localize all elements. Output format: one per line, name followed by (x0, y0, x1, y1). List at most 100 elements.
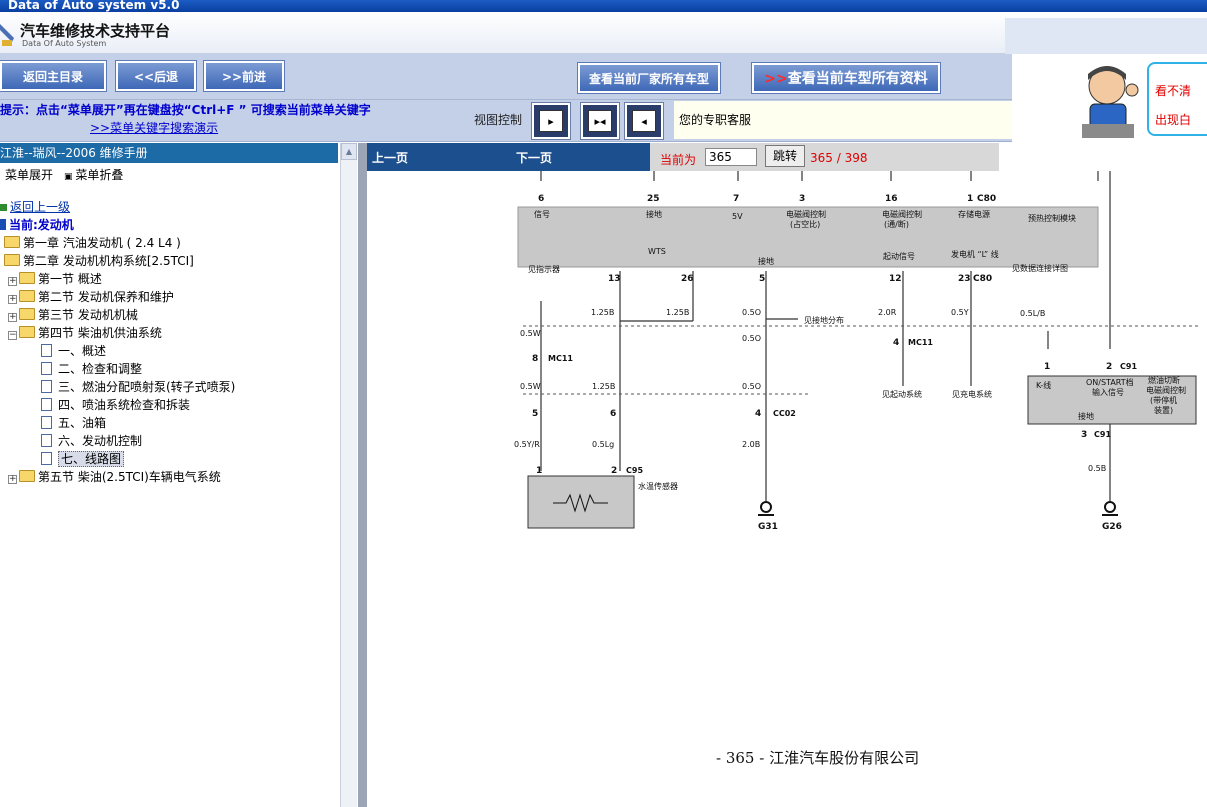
module-label-3: 5V (732, 212, 743, 221)
connector-2: MC11 (908, 338, 933, 347)
search-hint-text: 提示：点击“菜单展开”再在键盘按“Ctrl+F ” 可搜索当前菜单关键字 (0, 103, 371, 117)
ground-label: 接地 (758, 256, 774, 266)
tree-item-section-2[interactable]: + 第二节 发动机保养和维护 (8, 288, 174, 306)
manual-title: 江淮--瑞风--2006 维修手册 (0, 143, 338, 163)
ground-g31: G31 (758, 522, 778, 532)
tree-item-doc-1[interactable]: 一、概述 (41, 342, 106, 360)
document-viewer: 上一页 下一页 当前为 365 跳转 365 / 398 6 25 7 3 16… (358, 143, 1207, 807)
tree-item-section-5[interactable]: + 第五节 柴油(2.5TCI)车辆电气系统 (8, 468, 221, 486)
pin-extra-7: 2 (611, 466, 617, 476)
wire-label-5: 2.0R (878, 308, 897, 317)
mascot-image (1012, 54, 1147, 142)
connector-4: C95 (626, 466, 643, 475)
search-demo-link[interactable]: >>菜单关键字搜索演示 (90, 119, 218, 136)
tree-item-section-4[interactable]: − 第四节 柴油机供油系统 (8, 324, 162, 342)
jump-button[interactable]: 跳转 (765, 145, 805, 167)
menu-expand-link[interactable]: 菜单展开 (5, 166, 53, 183)
tree-item-section-1[interactable]: + 第一节 概述 (8, 270, 102, 288)
page-number-input[interactable]: 365 (705, 148, 757, 166)
menu-collapse-link[interactable]: ▣ 菜单折叠 (64, 166, 123, 183)
up-level-link[interactable]: 返回上一级 (0, 198, 70, 216)
relay-title-4: 装置) (1154, 405, 1173, 415)
module-label-6: 电磁阀控制 (882, 209, 922, 219)
note-start-system: 见起动系统 (882, 389, 922, 399)
pin-extra-1: 8 (532, 354, 538, 364)
tree-item-doc-6[interactable]: 六、发动机控制 (41, 432, 142, 450)
note-charge-system: 见充电系统 (952, 389, 992, 399)
wire-labels: 见指示器 1.25B 1.25B 0.5O 2.0R 0.5Y 见数据连接详图 … (514, 263, 1106, 473)
splitter-bar[interactable] (358, 143, 367, 807)
top-pin-5: 16 (885, 194, 898, 204)
back-button[interactable]: <<后退 (115, 60, 197, 92)
minus-icon: − (8, 330, 17, 340)
view-expand-left-button[interactable]: ◂ (624, 102, 664, 140)
logo-band: 汽车维修技术支持平台 Data Of Auto System (0, 12, 1207, 54)
left-vertical-scrollbar[interactable]: ▲ (340, 143, 357, 807)
navigation-bar: 返回主目录 <<后退 >>前进 查看当前厂家所有车型 >>查看当前车型所有资料 (0, 54, 1012, 100)
plus-icon: + (8, 294, 17, 304)
wire-label-10: 0.5L/B (1020, 309, 1045, 318)
scroll-up-arrow-icon[interactable]: ▲ (341, 143, 357, 160)
arrows-center-icon: ▸◂ (588, 110, 612, 132)
tree-item-section-3[interactable]: + 第三节 发动机机械 (8, 306, 138, 324)
up-level-icon (0, 204, 7, 211)
pager-bar: 上一页 下一页 当前为 365 跳转 365 / 398 (367, 143, 999, 171)
relay-ground: 接地 (1078, 411, 1094, 421)
wire-label-9: 0.5O (742, 382, 761, 391)
current-section-label: 当前:发动机 (9, 218, 74, 232)
tree-item-label: 第一节 概述 (38, 272, 102, 286)
tree-item-doc-2[interactable]: 二、检查和调整 (41, 360, 142, 378)
logo-subtitle: Data Of Auto System (22, 39, 107, 48)
side-note-line-2: 出现白 (1155, 113, 1192, 127)
bottom-pin-labels: 13 26 5 12 23 C80 (608, 274, 992, 284)
wire-label-7: 见数据连接详图 (1012, 263, 1068, 273)
tree-item-doc-4[interactable]: 四、喷油系统检查和拆装 (41, 396, 190, 414)
document-icon (41, 344, 52, 357)
folder-icon (19, 308, 35, 320)
pin-extra-10: 3 (1081, 430, 1087, 440)
relay-k-line: K-线 (1036, 380, 1051, 390)
tree-item-chapter-1[interactable]: 第一章 汽油发动机 ( 2.4 L4 ) (4, 234, 181, 252)
top-pin-1: 6 (538, 194, 544, 204)
all-models-button[interactable]: 查看当前厂家所有车型 (577, 62, 721, 94)
page-footer: - 365 - 江淮汽车股份有限公司 (716, 749, 920, 767)
current-section: 当前:发动机 (0, 216, 74, 234)
tree-item-label: 五、油箱 (58, 416, 107, 430)
wire-label-2: 1.25B (591, 308, 614, 317)
forward-button[interactable]: >>前进 (203, 60, 285, 92)
view-split-button[interactable]: ▸◂ (580, 102, 620, 140)
plus-icon: + (8, 312, 17, 322)
customer-service-text: 您的专职客服 (679, 113, 752, 127)
pin-extra-2: 4 (893, 338, 899, 348)
page-count: 365 / 398 (810, 151, 868, 165)
prev-page-link[interactable]: 上一页 (372, 149, 408, 166)
module-label-2: 接地 (646, 209, 662, 219)
folder-icon (19, 290, 35, 302)
main-menu-button[interactable]: 返回主目录 (0, 60, 107, 92)
ground-g26: G26 (1102, 522, 1122, 532)
tree-item-label: 第四节 柴油机供油系统 (38, 326, 162, 340)
wire-label-16: 2.0B (742, 440, 760, 449)
tree-item-chapter-2[interactable]: 第二章 发动机机构系统[2.5TCI] (4, 252, 194, 270)
top-pin-4: 3 (799, 194, 805, 204)
view-expand-right-button[interactable]: ▸ (531, 102, 571, 140)
top-connector: C80 (977, 194, 996, 204)
current-marker-icon (0, 219, 6, 230)
tree-item-label: 四、喷油系统检查和拆装 (58, 398, 191, 412)
document-icon (41, 416, 52, 429)
left-tree-panel: 江淮--瑞风--2006 维修手册 菜单展开 ▣ 菜单折叠 返回上一级 当前:发… (0, 143, 357, 807)
folder-icon (4, 236, 20, 248)
wts-label: WTS (648, 247, 666, 256)
next-page-link[interactable]: 下一页 (516, 149, 552, 166)
tree-item-doc-7-selected[interactable]: 七、线路图 (41, 450, 125, 468)
diagram-notes: 见接地分布 见起动系统 见充电系统 水温传感器 (638, 315, 992, 491)
note-water-temp-sensor: 水温传感器 (638, 481, 678, 491)
relay-input: 输入信号 (1092, 387, 1124, 397)
all-data-button[interactable]: >>查看当前车型所有资料 (751, 62, 941, 94)
tree-item-doc-3[interactable]: 三、燃油分配喷射泵(转子式喷泵) (41, 378, 235, 396)
window-title: Data of Auto system v5.0 (8, 0, 180, 12)
tree-item-doc-5[interactable]: 五、油箱 (41, 414, 106, 432)
tree-item-label: 七、线路图 (58, 451, 125, 467)
top-wires (540, 171, 1099, 181)
tree-item-label: 二、检查和调整 (58, 362, 143, 376)
